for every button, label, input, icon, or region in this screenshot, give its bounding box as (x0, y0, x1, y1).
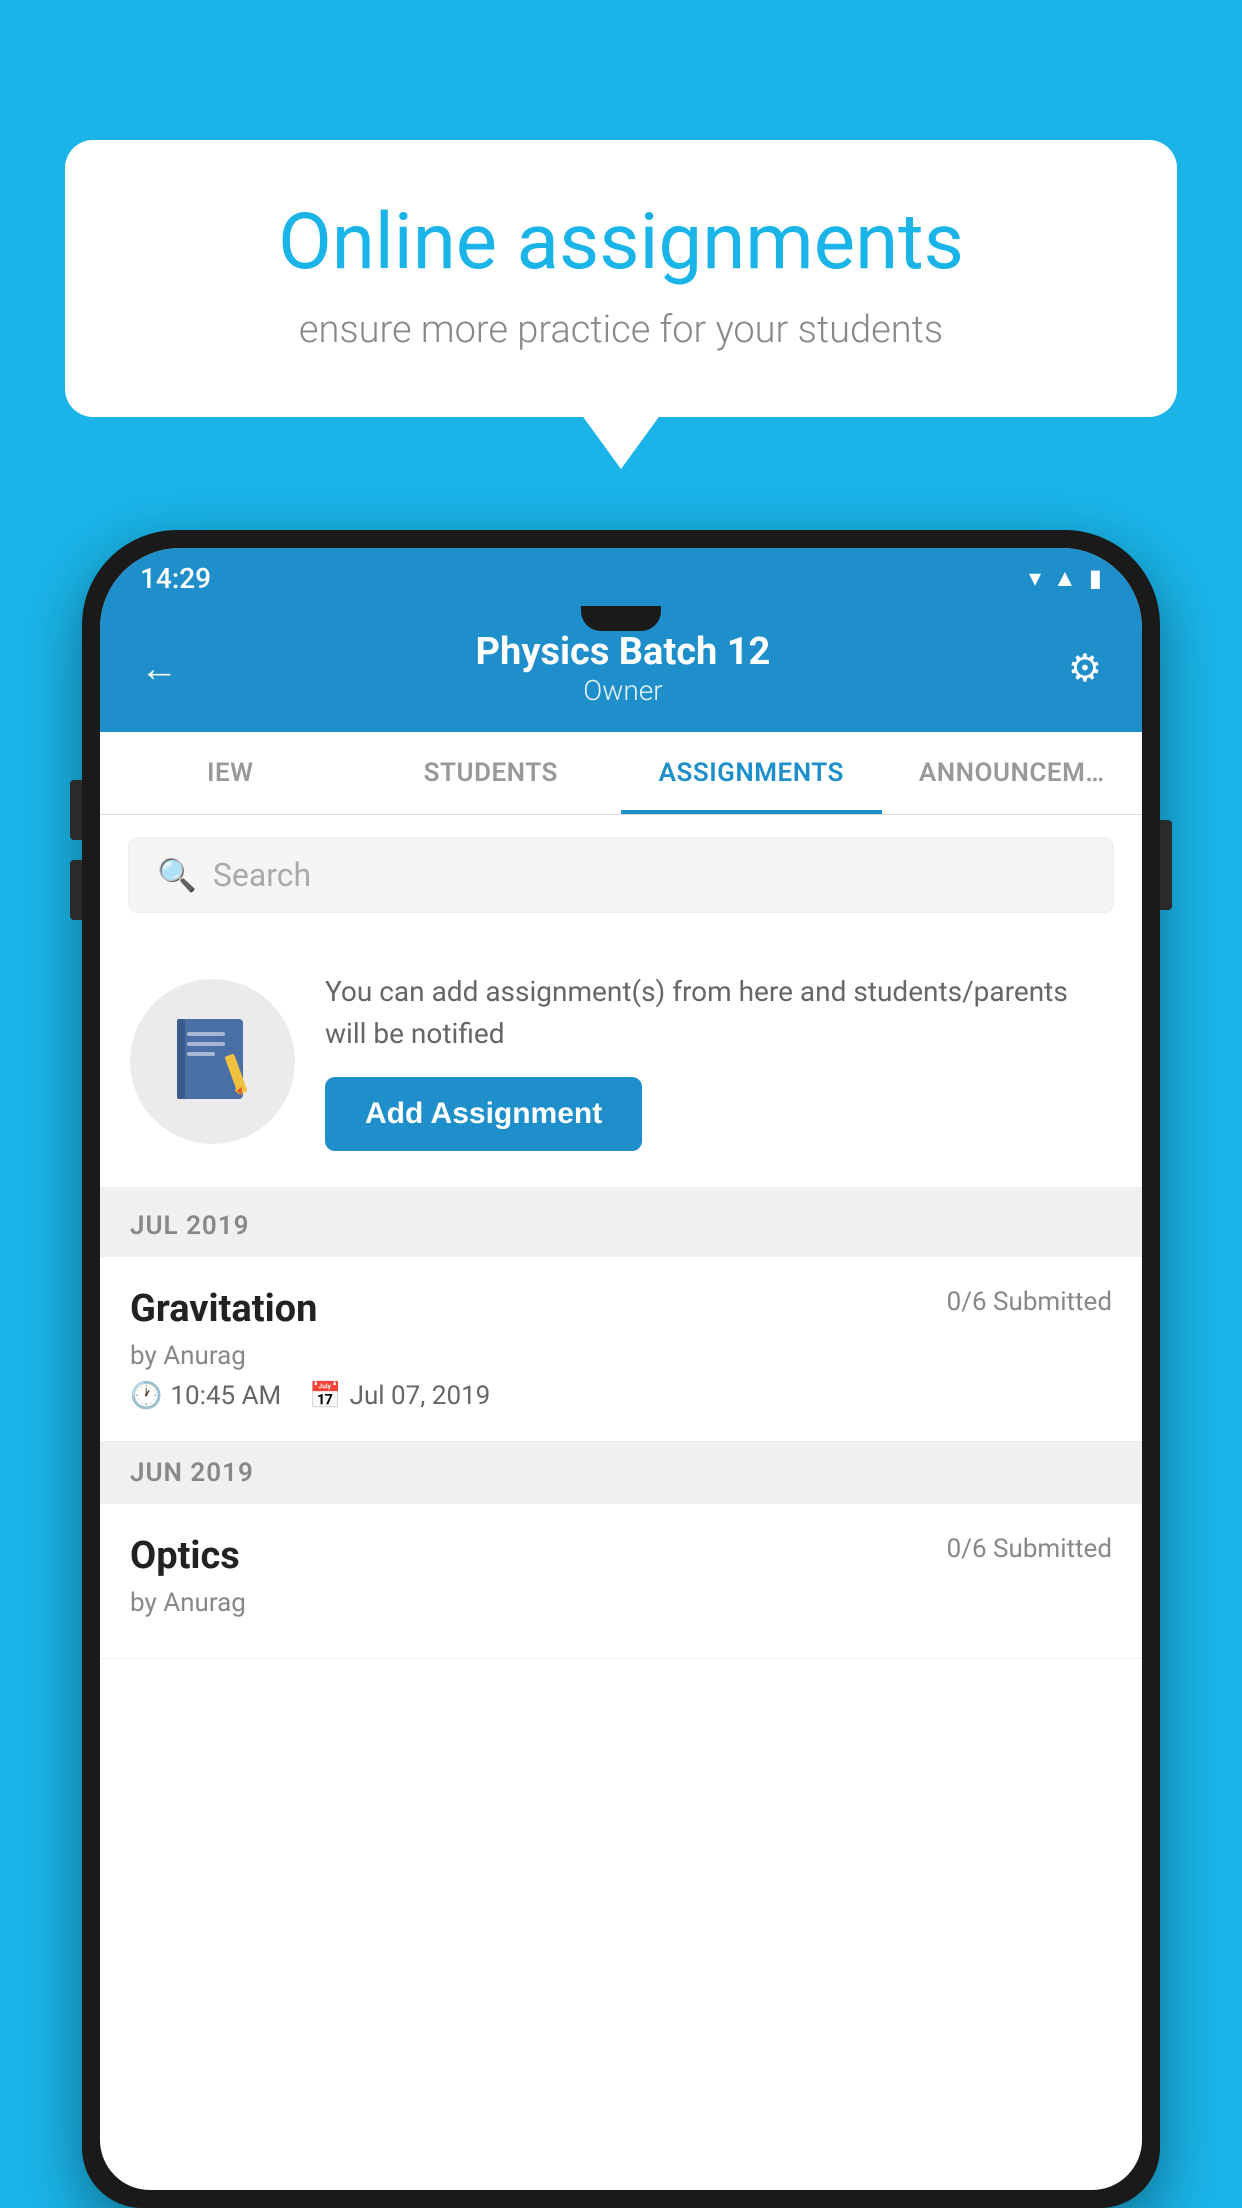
tab-assignments[interactable]: ASSIGNMENTS (621, 732, 882, 814)
speech-bubble: Online assignments ensure more practice … (65, 140, 1177, 417)
promo-content: You can add assignment(s) from here and … (325, 971, 1112, 1151)
settings-icon[interactable]: ⚙ (1068, 646, 1102, 691)
header-subtitle: Owner (476, 674, 771, 707)
promo-section: You can add assignment(s) from here and … (100, 935, 1142, 1195)
promo-icon-circle (130, 979, 295, 1144)
assignment-item-gravitation[interactable]: Gravitation 0/6 Submitted by Anurag 🕐 10… (100, 1257, 1142, 1442)
notch (581, 606, 661, 631)
tab-iew[interactable]: IEW (100, 732, 361, 814)
month-separator-jun: JUN 2019 (100, 1442, 1142, 1504)
power-button[interactable] (1160, 820, 1172, 910)
bubble-title: Online assignments (135, 200, 1107, 286)
phone-screen: 14:29 ▾ ▲ ▮ ← Physics Batch 12 Owner ⚙ I… (100, 548, 1142, 2190)
assignment-time: 🕐 10:45 AM (130, 1381, 281, 1411)
notebook-icon (173, 1014, 253, 1109)
volume-up-button[interactable] (70, 780, 82, 840)
bubble-subtitle: ensure more practice for your students (135, 308, 1107, 352)
assignment-date-value: Jul 07, 2019 (350, 1381, 491, 1411)
assignment-item-optics[interactable]: Optics 0/6 Submitted by Anurag (100, 1504, 1142, 1659)
assignment-by: by Anurag (130, 1341, 1112, 1371)
calendar-icon: 📅 (309, 1381, 341, 1411)
assignment-by-optics: by Anurag (130, 1588, 1112, 1618)
tabs-bar: IEW STUDENTS ASSIGNMENTS ANNOUNCEM… (100, 732, 1142, 815)
assignment-item-header-optics: Optics 0/6 Submitted (130, 1534, 1112, 1578)
search-icon: 🔍 (157, 856, 197, 894)
tab-announcements[interactable]: ANNOUNCEM… (882, 732, 1143, 814)
status-time: 14:29 (140, 562, 211, 595)
phone-frame: 14:29 ▾ ▲ ▮ ← Physics Batch 12 Owner ⚙ I… (82, 530, 1160, 2208)
status-bar: 14:29 ▾ ▲ ▮ (100, 548, 1142, 608)
tab-students[interactable]: STUDENTS (361, 732, 622, 814)
battery-icon: ▮ (1089, 564, 1102, 592)
assignment-submitted-optics: 0/6 Submitted (947, 1534, 1112, 1564)
header-center: Physics Batch 12 Owner (476, 630, 771, 707)
speech-bubble-container: Online assignments ensure more practice … (65, 140, 1177, 417)
assignment-name: Gravitation (130, 1287, 317, 1331)
assignment-item-header: Gravitation 0/6 Submitted (130, 1287, 1112, 1331)
assignment-date: 📅 Jul 07, 2019 (309, 1381, 490, 1411)
clock-icon: 🕐 (130, 1381, 162, 1411)
signal-icon: ▲ (1053, 564, 1077, 593)
status-icons: ▾ ▲ ▮ (1029, 564, 1102, 593)
volume-down-button[interactable] (70, 860, 82, 920)
wifi-icon: ▾ (1029, 564, 1041, 592)
search-box[interactable]: 🔍 Search (128, 837, 1114, 913)
assignment-meta: 🕐 10:45 AM 📅 Jul 07, 2019 (130, 1381, 1112, 1411)
assignment-time-value: 10:45 AM (170, 1381, 281, 1411)
month-separator-jul: JUL 2019 (100, 1195, 1142, 1257)
assignment-submitted: 0/6 Submitted (947, 1287, 1112, 1317)
add-assignment-button[interactable]: Add Assignment (325, 1077, 642, 1151)
header-title: Physics Batch 12 (476, 630, 771, 674)
promo-text: You can add assignment(s) from here and … (325, 971, 1112, 1055)
assignment-name-optics: Optics (130, 1534, 240, 1578)
back-button[interactable]: ← (140, 647, 178, 691)
search-placeholder: Search (213, 856, 311, 894)
search-container: 🔍 Search (100, 815, 1142, 935)
